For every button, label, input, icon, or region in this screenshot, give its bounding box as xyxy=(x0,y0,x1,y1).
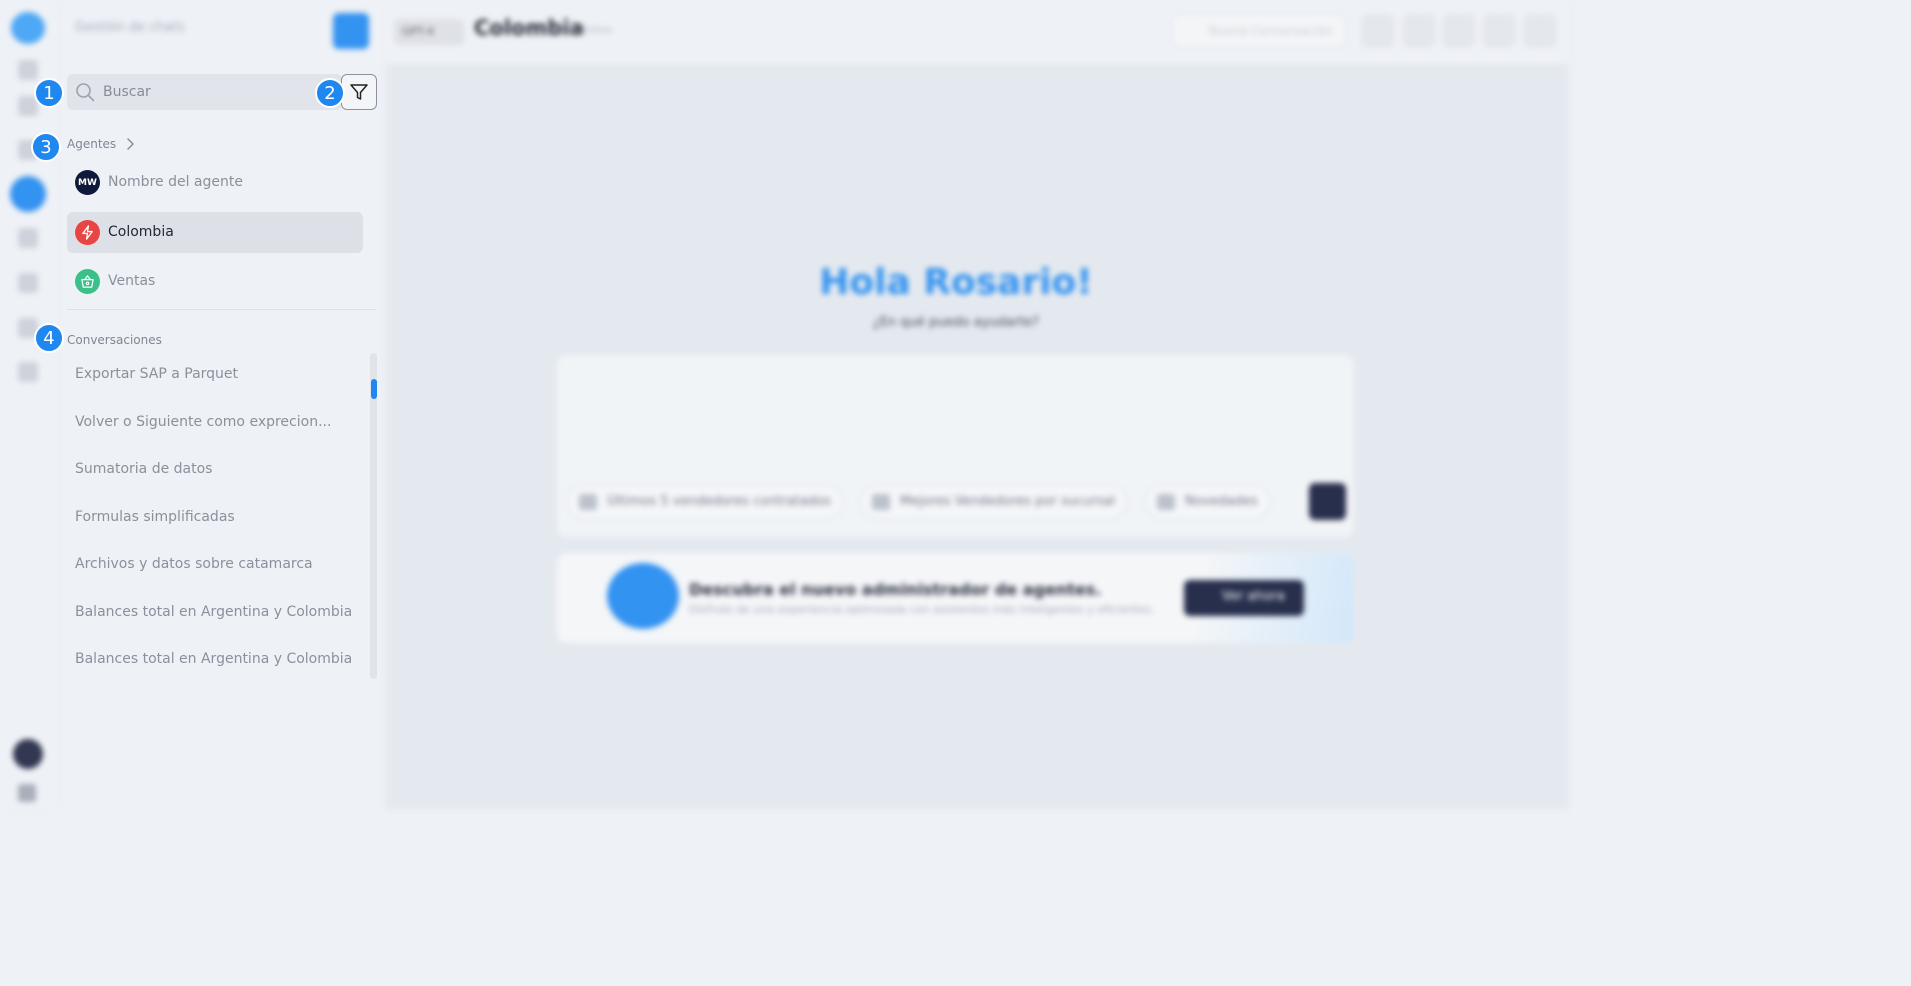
greeting-subtitle: ¿En qué puedo ayudarte? xyxy=(872,315,1040,330)
send-button[interactable] xyxy=(1309,483,1346,520)
conversation-item[interactable]: Exportar SAP a Parquet xyxy=(75,366,238,382)
annotation-marker: 3 xyxy=(31,132,61,162)
search-input[interactable] xyxy=(103,81,323,103)
suggestion-chip-label: Últimos 5 vendedores contratados xyxy=(607,494,831,509)
settings-icon[interactable] xyxy=(1361,14,1395,48)
suggestion-chip[interactable]: Mejores Vendedores por sucursal xyxy=(859,484,1129,520)
page-title: Colombia xyxy=(474,16,584,40)
promo-button[interactable]: Ver ahora xyxy=(1184,580,1304,616)
suggestion-chip[interactable]: Últimos 5 vendedores contratados xyxy=(566,484,844,520)
annotation-marker: 4 xyxy=(34,323,64,353)
agent-item-label: Nombre del agente xyxy=(108,174,243,190)
new-chat-button[interactable] xyxy=(333,13,369,49)
panel-icon[interactable] xyxy=(1523,14,1557,48)
new-conversation-button[interactable]: Nueva Conversación xyxy=(1172,14,1346,48)
conversation-item[interactable]: Sumatoria de datos xyxy=(75,461,212,477)
agent-item-label: Ventas xyxy=(108,273,156,289)
filter-button[interactable] xyxy=(341,74,377,110)
menu-icon[interactable] xyxy=(18,60,38,80)
conversation-item[interactable]: Balances total en Argentina y Colombia xyxy=(75,604,352,620)
lightning-icon xyxy=(75,220,100,245)
search-icon xyxy=(76,83,95,102)
conversation-item[interactable]: Volver o Siguiente como exprecion... xyxy=(75,414,331,430)
news-icon xyxy=(1157,494,1175,510)
logout-icon[interactable] xyxy=(18,784,36,802)
nav-rail xyxy=(0,0,56,809)
divider xyxy=(67,309,376,310)
scrollbar-track[interactable] xyxy=(370,353,377,679)
basket-icon xyxy=(75,269,100,294)
download-icon[interactable] xyxy=(18,273,38,293)
model-selector[interactable]: GPT-4 xyxy=(394,19,464,45)
table-icon xyxy=(579,494,597,510)
play-icon[interactable] xyxy=(18,362,38,382)
conversations-section-label: Conversaciones xyxy=(67,333,162,347)
inbox-icon[interactable] xyxy=(18,228,38,248)
conversation-item[interactable]: Archivos y datos sobre catamarca xyxy=(75,556,313,572)
chevron-right-icon[interactable] xyxy=(124,137,136,151)
conversation-item[interactable]: Balances total en Argentina y Colombia xyxy=(75,651,352,667)
annotation-marker: 1 xyxy=(34,78,64,108)
app-logo-icon xyxy=(11,12,45,44)
status-badge: Activo xyxy=(581,25,612,36)
person-icon xyxy=(872,494,890,510)
annotation-marker: 2 xyxy=(315,78,345,108)
scrollbar-thumb[interactable] xyxy=(371,379,377,399)
download-icon[interactable] xyxy=(1402,14,1436,48)
agent-item[interactable]: MW Nombre del agente xyxy=(67,162,363,203)
copy-icon[interactable] xyxy=(1482,14,1516,48)
robot-icon xyxy=(607,563,679,629)
filter-icon xyxy=(350,84,368,100)
chat-nav-icon[interactable] xyxy=(10,176,46,212)
suggestion-chip-label: Mejores Vendedores por sucursal xyxy=(900,494,1116,509)
promo-subtitle: Disfrute de una experiencia optimizada c… xyxy=(689,603,1155,616)
user-avatar[interactable] xyxy=(13,739,43,769)
suggestion-chip-label: Novedades xyxy=(1185,494,1258,509)
agent-item-label: Colombia xyxy=(108,224,174,240)
shield-icon[interactable] xyxy=(1442,14,1476,48)
greeting-title: Hola Rosario! xyxy=(819,262,1093,303)
sidebar-header-title[interactable]: Gestión de chats xyxy=(75,20,184,35)
conversation-item[interactable]: Formulas simplificadas xyxy=(75,509,235,525)
agents-section-label[interactable]: Agentes xyxy=(67,137,116,151)
promo-title: Descubra el nuevo administrador de agent… xyxy=(689,580,1102,599)
agent-item[interactable]: Ventas xyxy=(67,261,363,302)
agent-item-active[interactable]: Colombia xyxy=(67,212,363,253)
agent-avatar: MW xyxy=(75,170,100,195)
suggestion-chip[interactable]: Novedades xyxy=(1144,484,1271,520)
